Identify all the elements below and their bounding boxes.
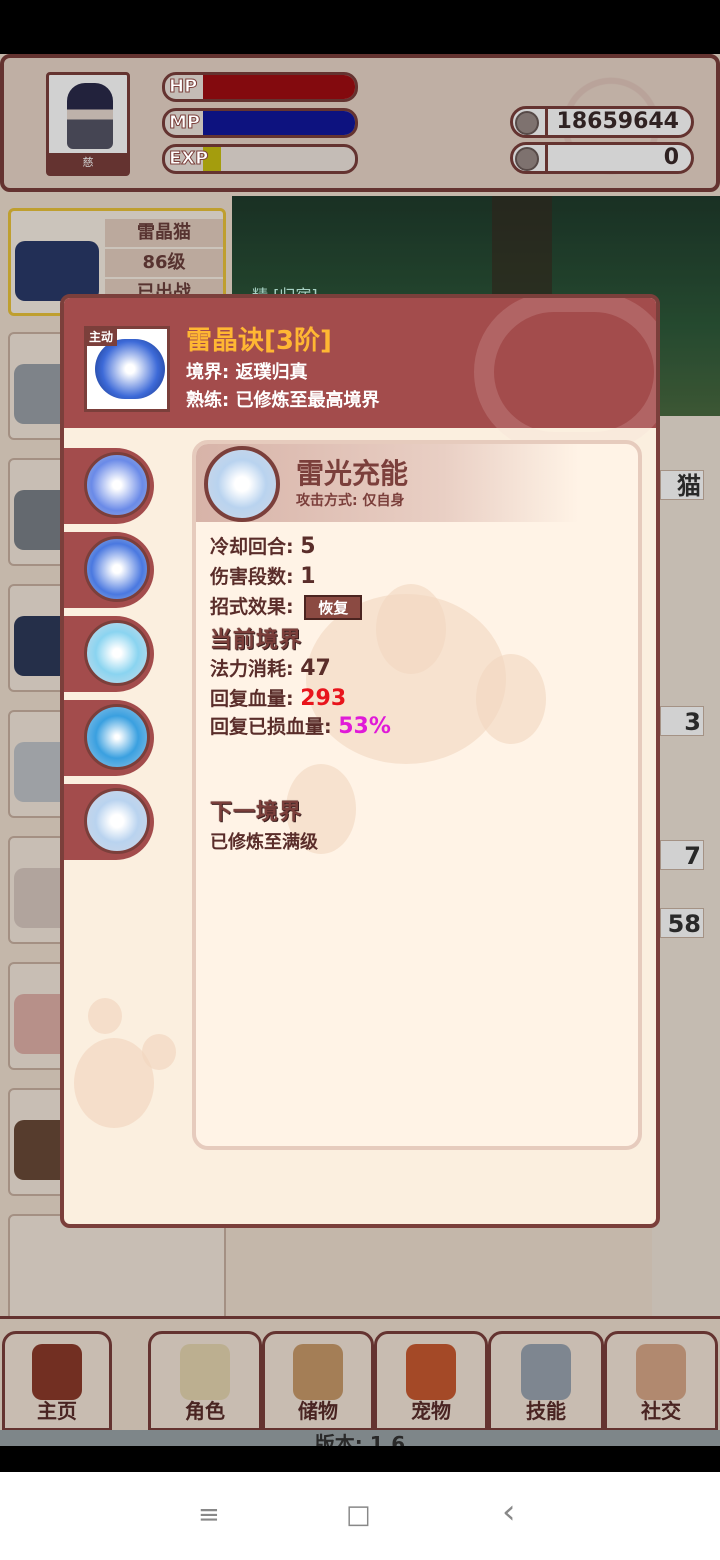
skill-icon: 主动 <box>84 326 170 412</box>
heal-line: 回复血量: 293 <box>210 684 346 711</box>
heal-label: 回复血量: <box>210 688 294 710</box>
lightning-ring-icon <box>84 620 150 686</box>
lightning-orb-icon <box>95 339 165 399</box>
hits-line: 伤害段数: 1 <box>210 562 316 589</box>
status-bar <box>0 0 720 54</box>
skill-name: 雷晶诀[3阶] <box>186 326 332 356</box>
lightning-storm-icon <box>84 704 150 770</box>
skill-tab-1[interactable] <box>64 448 154 524</box>
paw-decoration <box>64 998 194 1168</box>
current-realm-heading: 当前境界 <box>210 628 303 653</box>
detail-title: 雷光充能 <box>296 457 409 490</box>
heal-lost-value: 53% <box>338 714 391 739</box>
effect-label: 招式效果: <box>210 596 294 618</box>
skill-tab-2[interactable] <box>64 532 154 608</box>
next-realm-heading: 下一境界 <box>210 800 303 825</box>
hp-label: HP <box>168 76 198 98</box>
heal-lost-line: 回复已损血量: 53% <box>210 712 391 739</box>
skill-header: 主动 雷晶诀[3阶] 境界: 返璞归真 熟练: 已修炼至最高境界 <box>64 298 656 452</box>
cooldown-value: 5 <box>300 534 316 559</box>
system-navigation-bar: ≡ □ ‹ <box>0 1472 720 1560</box>
paw-toe <box>476 654 546 744</box>
lightning-charge-icon <box>204 446 280 522</box>
cooldown-line: 冷却回合: 5 <box>210 532 316 559</box>
effect-line: 招式效果: 恢复 <box>210 592 363 620</box>
cooldown-label: 冷却回合: <box>210 536 294 558</box>
mana-value: 47 <box>300 656 331 681</box>
attack-mode: 攻击方式: 仅自身 <box>296 493 405 509</box>
paw-toe <box>88 998 122 1034</box>
mp-label: MP <box>168 112 201 134</box>
skill-detail-panel: 雷光充能 攻击方式: 仅自身 冷却回合: 5 伤害段数: 1 招式效果: 恢复 … <box>192 440 642 1150</box>
back-chevron-icon[interactable]: ‹ <box>502 1492 516 1532</box>
mana-label: 法力消耗: <box>210 658 294 680</box>
hits-label: 伤害段数: <box>210 566 294 588</box>
next-realm-text: 已修炼至满级 <box>210 832 318 853</box>
skill-tab-3[interactable] <box>64 616 154 692</box>
skill-tab-4[interactable] <box>64 700 154 776</box>
menu-icon[interactable]: ≡ <box>198 1500 220 1530</box>
skill-tab-5-selected[interactable] <box>64 784 154 860</box>
home-square-icon[interactable]: □ <box>346 1500 371 1530</box>
hits-value: 1 <box>300 564 316 589</box>
heal-lost-label: 回复已损血量: <box>210 716 332 738</box>
emblem-icon <box>474 298 656 452</box>
mana-line: 法力消耗: 47 <box>210 654 331 681</box>
skill-modal: 主动 雷晶诀[3阶] 境界: 返璞归真 熟练: 已修炼至最高境界 雷光充能 攻击… <box>60 294 660 1228</box>
lightning-spear-icon <box>84 452 150 518</box>
skill-type-tag: 主动 <box>85 327 118 346</box>
paw-toe <box>376 584 446 674</box>
skill-realm: 境界: 返璞归真 <box>186 362 308 383</box>
game-screen: 慈 HP MP EXP 18659644 0 雷晶猫 86级 已出战 猫 3 7… <box>0 54 720 1446</box>
lightning-charge-icon <box>84 788 150 854</box>
exp-label: EXP <box>168 148 209 170</box>
heal-value: 293 <box>300 686 347 711</box>
skill-proficiency: 熟练: 已修炼至最高境界 <box>186 390 380 411</box>
effect-badge: 恢复 <box>304 595 363 620</box>
paw-toe <box>142 1034 176 1070</box>
lightning-fist-icon <box>84 536 150 602</box>
